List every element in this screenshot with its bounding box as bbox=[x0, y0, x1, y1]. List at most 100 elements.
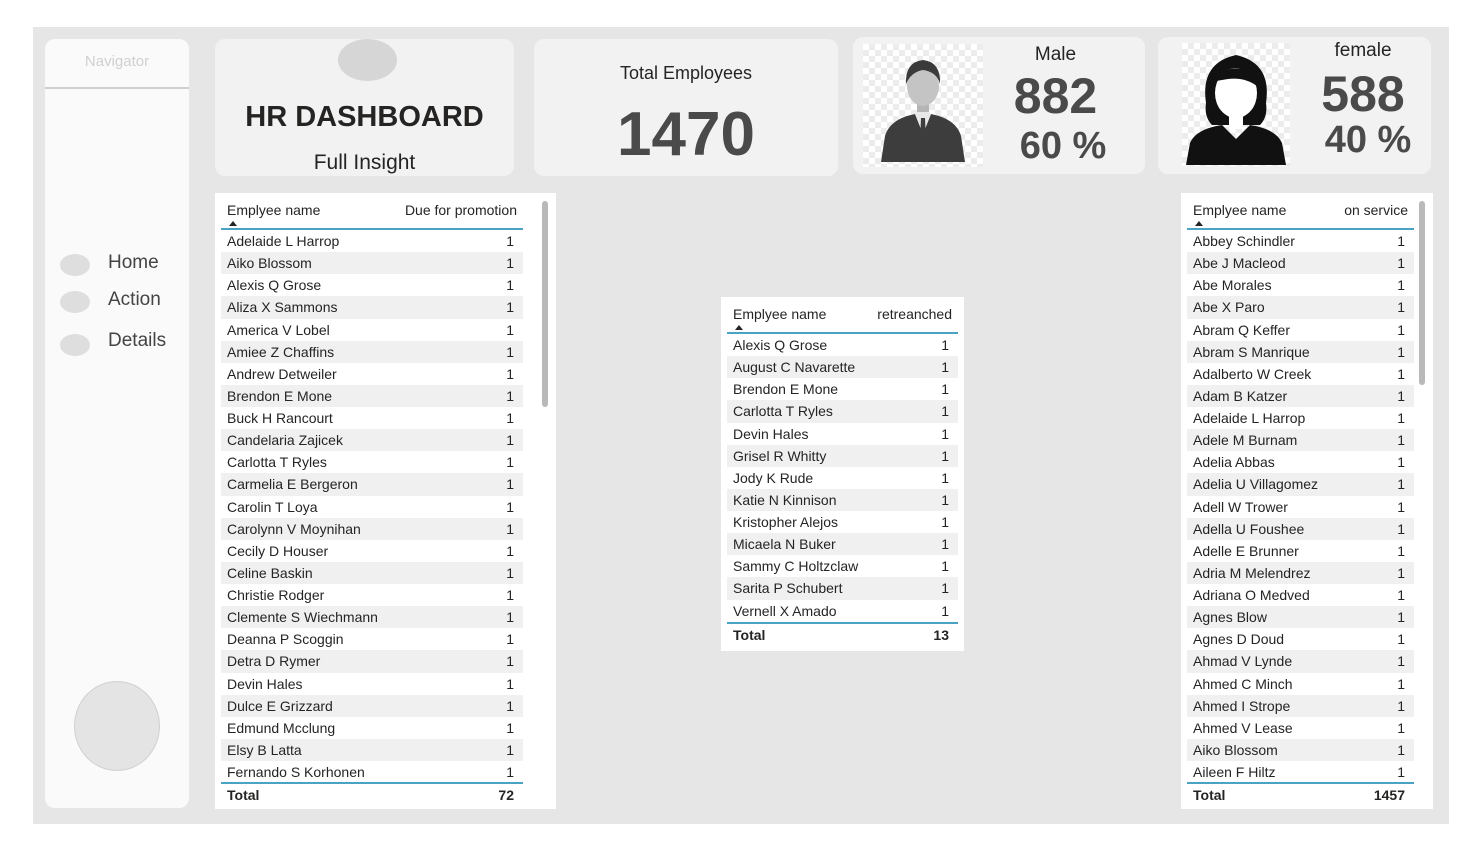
nav-item-home[interactable]: Home bbox=[57, 250, 182, 276]
table-row[interactable]: Alexis Q Grose 1 bbox=[221, 274, 523, 296]
table-row[interactable]: Aileen F Hiltz 1 bbox=[1187, 761, 1414, 783]
table-row[interactable]: Detra D Rymer 1 bbox=[221, 650, 523, 673]
column-header-value[interactable]: Due for promotion bbox=[405, 202, 517, 218]
table-row[interactable]: Abe X Paro 1 bbox=[1187, 296, 1414, 319]
sort-ascending-icon[interactable] bbox=[735, 325, 743, 330]
table-row[interactable]: Adell W Trower 1 bbox=[1187, 496, 1414, 518]
table-row[interactable]: Carolynn V Moynihan 1 bbox=[221, 517, 523, 540]
table-row[interactable]: Adalberto W Creek 1 bbox=[1187, 363, 1414, 385]
sort-ascending-icon[interactable] bbox=[1195, 221, 1203, 226]
table-row[interactable]: Agnes Blow 1 bbox=[1187, 606, 1414, 629]
profile-circle-button[interactable] bbox=[74, 681, 160, 771]
column-header-value[interactable]: retreanched bbox=[877, 306, 952, 322]
employee-name-cell: Fernando S Korhonen bbox=[227, 764, 365, 780]
value-cell: 1 bbox=[941, 359, 949, 376]
table-row[interactable]: Fernando S Korhonen 1 bbox=[221, 761, 523, 783]
employee-name-cell: Candelaria Zajicek bbox=[227, 432, 343, 449]
female-count: 588 bbox=[1321, 66, 1405, 122]
table-row[interactable]: Brendon E Mone 1 bbox=[221, 384, 523, 407]
table-row[interactable]: Adelle E Brunner 1 bbox=[1187, 540, 1414, 562]
table-row[interactable]: Adelia U Villagomez 1 bbox=[1187, 473, 1414, 496]
table-row[interactable]: Devin Hales 1 bbox=[221, 673, 523, 695]
table-row[interactable]: Ahmed C Minch 1 bbox=[1187, 673, 1414, 695]
table-row[interactable]: Dulce E Grizzard 1 bbox=[221, 694, 523, 717]
table-row[interactable]: Candelaria Zajicek 1 bbox=[221, 429, 523, 452]
table-row[interactable]: August C Navarette 1 bbox=[727, 356, 958, 379]
nav-item-label: Action bbox=[108, 289, 161, 310]
table-row[interactable]: Grisel R Whitty 1 bbox=[727, 444, 958, 467]
table-row[interactable]: Abe Morales 1 bbox=[1187, 274, 1414, 296]
table-row[interactable]: Carlotta T Ryles 1 bbox=[221, 451, 523, 473]
value-cell: 1 bbox=[506, 410, 514, 426]
column-header-name[interactable]: Emplyee name bbox=[733, 306, 826, 322]
table-row[interactable]: Abram S Manrique 1 bbox=[1187, 340, 1414, 363]
value-cell: 1 bbox=[1397, 233, 1405, 249]
nav-item-details[interactable]: Details bbox=[57, 328, 182, 356]
table-row[interactable]: Carmelia E Bergeron 1 bbox=[221, 473, 523, 496]
table-row[interactable]: Abbey Schindler 1 bbox=[1187, 230, 1414, 252]
table-row[interactable]: Kristopher Alejos 1 bbox=[727, 511, 958, 533]
table-row[interactable]: Katie N Kinnison 1 bbox=[727, 488, 958, 511]
table-row[interactable]: Adria M Melendrez 1 bbox=[1187, 561, 1414, 584]
column-header-name[interactable]: Emplyee name bbox=[227, 202, 320, 218]
table-row[interactable]: Carlotta T Ryles 1 bbox=[727, 400, 958, 423]
table-row[interactable]: Abram Q Keffer 1 bbox=[1187, 319, 1414, 341]
employee-name-cell: Edmund Mcclung bbox=[227, 719, 336, 736]
table-row[interactable]: Ahmad V Lynde 1 bbox=[1187, 650, 1414, 673]
table-row[interactable]: Micaela N Buker 1 bbox=[727, 533, 958, 556]
employee-name-cell: America V Lobel bbox=[227, 321, 330, 338]
table-row[interactable]: Adelaide L Harrop 1 bbox=[221, 230, 523, 252]
employee-name-cell: Adalberto W Creek bbox=[1193, 365, 1312, 382]
table-row[interactable]: Adella U Foushee 1 bbox=[1187, 517, 1414, 540]
employee-name-cell: Carlotta T Ryles bbox=[733, 403, 833, 420]
scrollbar[interactable] bbox=[542, 201, 548, 407]
table-row[interactable]: Agnes D Doud 1 bbox=[1187, 628, 1414, 650]
scrollbar[interactable] bbox=[1419, 201, 1425, 385]
table-row[interactable]: Abe J Macleod 1 bbox=[1187, 252, 1414, 275]
table-row[interactable]: America V Lobel 1 bbox=[221, 319, 523, 341]
table-row[interactable]: Brendon E Mone 1 bbox=[727, 378, 958, 400]
value-cell: 1 bbox=[1397, 675, 1405, 692]
table-row[interactable]: Cecily D Houser 1 bbox=[221, 540, 523, 562]
table-row[interactable]: Ahmed I Strope 1 bbox=[1187, 694, 1414, 717]
table-row[interactable]: Adele M Burnam 1 bbox=[1187, 429, 1414, 452]
table-row[interactable]: Christie Rodger 1 bbox=[221, 584, 523, 606]
table-row[interactable]: Aliza X Sammons 1 bbox=[221, 296, 523, 319]
table-row[interactable]: Adelia Abbas 1 bbox=[1187, 451, 1414, 473]
value-cell: 1 bbox=[506, 498, 514, 515]
sort-ascending-icon[interactable] bbox=[229, 221, 237, 226]
table-row[interactable]: Ahmed V Lease 1 bbox=[1187, 717, 1414, 739]
table-row[interactable]: Jody K Rude 1 bbox=[727, 467, 958, 489]
table-row[interactable]: Adelaide L Harrop 1 bbox=[1187, 407, 1414, 429]
column-header-name[interactable]: Emplyee name bbox=[1193, 202, 1286, 218]
column-header-value[interactable]: on service bbox=[1344, 202, 1408, 218]
table-row[interactable]: Deanna P Scoggin 1 bbox=[221, 628, 523, 650]
table-row[interactable]: Edmund Mcclung 1 bbox=[221, 717, 523, 739]
table-row[interactable]: Celine Baskin 1 bbox=[221, 561, 523, 584]
table-row[interactable]: Carolin T Loya 1 bbox=[221, 496, 523, 518]
table-row[interactable]: Andrew Detweiler 1 bbox=[221, 363, 523, 385]
table-row[interactable]: Elsy B Latta 1 bbox=[221, 738, 523, 761]
value-cell: 1 bbox=[1397, 321, 1405, 338]
table-row[interactable]: Amiee Z Chaffins 1 bbox=[221, 340, 523, 363]
table-body: Abbey Schindler 1 Abe J Macleod 1 Abe Morale… bbox=[1187, 230, 1414, 783]
table-row[interactable]: Aiko Blossom 1 bbox=[1187, 738, 1414, 761]
employee-name-cell: Adele M Burnam bbox=[1193, 432, 1298, 449]
navigator-title: Navigator bbox=[84, 53, 150, 70]
value-cell: 1 bbox=[506, 476, 514, 493]
table-row[interactable]: Aiko Blossom 1 bbox=[221, 252, 523, 275]
table-row[interactable]: Alexis Q Grose 1 bbox=[727, 334, 958, 356]
table-row[interactable]: Adam B Katzer 1 bbox=[1187, 384, 1414, 407]
table-row[interactable]: Buck H Rancourt 1 bbox=[221, 407, 523, 429]
value-cell: 1 bbox=[506, 343, 514, 360]
table-row[interactable]: Vernell X Amado 1 bbox=[727, 600, 958, 622]
table-row[interactable]: Devin Hales 1 bbox=[727, 423, 958, 445]
employee-name-cell: Adria M Melendrez bbox=[1193, 564, 1311, 581]
table-row[interactable]: Clemente S Wiechmann 1 bbox=[221, 606, 523, 629]
value-cell: 1 bbox=[1397, 697, 1405, 714]
table-row[interactable]: Adriana O Medved 1 bbox=[1187, 584, 1414, 606]
table-row[interactable]: Sarita P Schubert 1 bbox=[727, 577, 958, 600]
navigator-divider bbox=[45, 87, 189, 89]
nav-item-action[interactable]: Action bbox=[57, 287, 182, 313]
table-row[interactable]: Sammy C Holtzclaw 1 bbox=[727, 555, 958, 577]
